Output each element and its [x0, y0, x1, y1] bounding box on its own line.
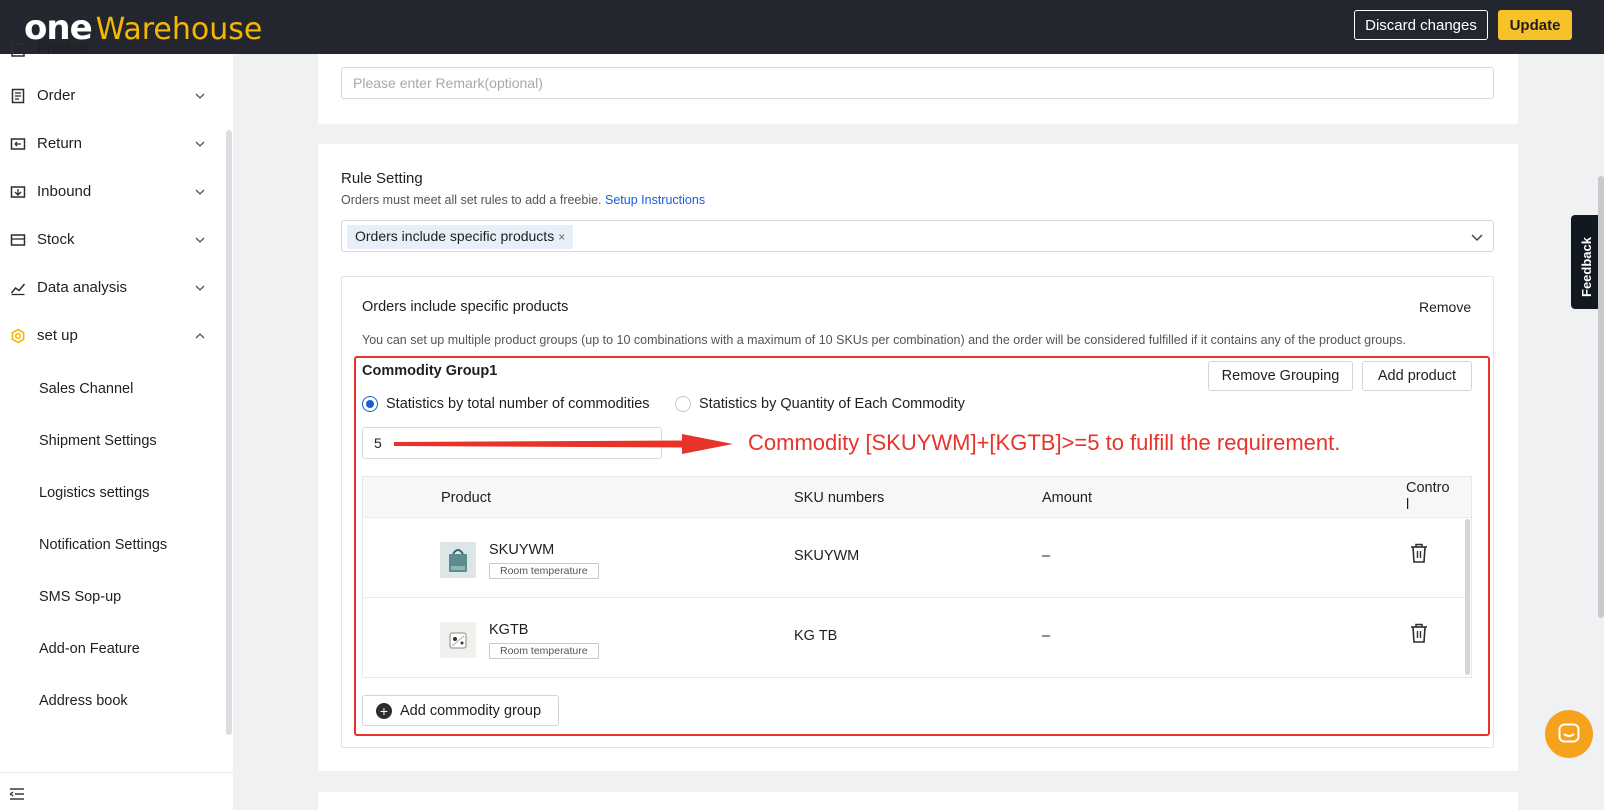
table-row: KGTB Room temperature KG TB – [363, 597, 1471, 677]
inbound-icon [10, 186, 26, 198]
return-icon [10, 138, 26, 150]
radio-unselected-indicator[interactable] [675, 396, 691, 412]
discard-changes-button[interactable]: Discard changes [1354, 10, 1488, 40]
radio-selected-indicator[interactable] [362, 396, 378, 412]
chevron-down-icon [195, 93, 205, 99]
rule-setting-description: Orders must meet all set rules to add a … [341, 193, 705, 207]
sidebar-subitem-add-on-feature[interactable]: Add-on Feature [39, 641, 140, 657]
annotation-text: Commodity [SKUYWM]+[KGTB]>=5 to fulfill … [748, 430, 1341, 455]
sidebar-item-label: Inbound [37, 183, 92, 200]
table-header: Product SKU numbers Amount Contro l [363, 477, 1471, 517]
sidebar-subitem-address-book[interactable]: Address book [39, 693, 128, 709]
page-scrollbar[interactable] [1598, 176, 1604, 618]
radio-each-commodity[interactable]: Statistics by Quantity of Each Commodity [675, 396, 965, 412]
sidebar-item-label: set up [37, 327, 78, 344]
amount-cell: – [1042, 548, 1051, 564]
product-name: KGTB [489, 622, 529, 638]
trash-icon[interactable] [1409, 542, 1429, 564]
chevron-down-icon[interactable] [1470, 230, 1484, 244]
radio-label: Statistics by total number of commoditie… [386, 396, 650, 412]
chevron-down-icon [195, 189, 205, 195]
sidebar-subitem-sales-channel[interactable]: Sales Channel [39, 381, 133, 397]
sidebar-item-label: Product [37, 40, 89, 57]
annotation-arrow-icon [394, 434, 733, 454]
chart-icon [10, 283, 26, 296]
sidebar-subitem-notification-settings[interactable]: Notification Settings [39, 537, 167, 553]
sidebar-item-return[interactable]: Return [0, 124, 225, 164]
chat-icon [1558, 723, 1580, 743]
add-commodity-group-button[interactable]: + Add commodity group [362, 695, 559, 726]
table-row: SKUYWM Room temperature SKUYWM – [363, 517, 1471, 597]
sidebar-item-order[interactable]: Order [0, 76, 225, 116]
sidebar-subitem-logistics-settings[interactable]: Logistics settings [39, 485, 149, 501]
sidebar-subitem-sms-sop-up[interactable]: SMS Sop-up [39, 589, 121, 605]
sidebar-footer [0, 772, 233, 810]
sku-cell: KG TB [794, 628, 838, 644]
sidebar-item-product-partial[interactable]: Product [0, 40, 225, 62]
products-table: Product SKU numbers Amount Contro l SKUYW… [362, 476, 1472, 678]
next-card [318, 792, 1518, 810]
product-image-icon [440, 542, 476, 578]
sidebar-subitem-shipment-settings[interactable]: Shipment Settings [39, 433, 157, 449]
close-icon[interactable]: × [558, 230, 565, 244]
column-header-control: Contro l [1406, 480, 1450, 514]
storage-tag: Room temperature [489, 643, 599, 659]
rule-desc-text: Orders must meet all set rules to add a … [341, 193, 606, 207]
sidebar-item-label: Stock [37, 231, 75, 248]
sidebar-item-label: Return [37, 135, 83, 152]
update-button[interactable]: Update [1498, 10, 1572, 40]
column-header-control-line2: l [1406, 497, 1410, 513]
chevron-down-icon [195, 285, 205, 291]
collapse-menu-icon[interactable] [9, 787, 25, 801]
sidebar-item-stock[interactable]: Stock [0, 220, 225, 260]
products-rule-title: Orders include specific products [362, 299, 569, 315]
plus-circle-icon: + [376, 702, 392, 719]
commodity-group-title: Commodity Group1 [362, 363, 498, 379]
chevron-up-icon [195, 333, 205, 339]
sidebar-item-label: Order [37, 87, 76, 104]
product-thumbnail [440, 542, 476, 578]
table-scrollbar[interactable] [1465, 519, 1470, 675]
setup-instructions-link[interactable]: Setup Instructions [605, 193, 705, 207]
product-thumbnail [440, 622, 476, 658]
rule-setting-title: Rule Setting [341, 170, 423, 187]
sidebar-item-set-up[interactable]: set up [0, 316, 225, 356]
product-image-icon [440, 622, 476, 658]
remove-rule-button[interactable]: Remove [1419, 299, 1471, 315]
product-name: SKUYWM [489, 542, 555, 558]
add-commodity-group-label: Add commodity group [400, 702, 542, 719]
order-icon [11, 88, 25, 104]
sku-cell: SKUYWM [794, 548, 860, 564]
selected-rule-tag: Orders include specific products × [347, 225, 574, 249]
feedback-label: Feedback [1579, 237, 1594, 297]
radio-label: Statistics by Quantity of Each Commodity [699, 396, 965, 412]
tag-label: Orders include specific products [355, 228, 555, 244]
sidebar-item-inbound[interactable]: Inbound [0, 172, 225, 212]
top-bar: one Warehouse Discard changes Update [0, 0, 1604, 54]
column-header-product: Product [441, 490, 491, 506]
add-product-button[interactable]: Add product [1362, 361, 1472, 391]
sidebar-scrollbar[interactable] [226, 130, 232, 735]
chevron-down-icon [195, 141, 205, 147]
remark-input[interactable]: Please enter Remark(optional) [341, 67, 1494, 99]
products-rule-description: You can set up multiple product groups (… [362, 333, 1406, 347]
trash-icon[interactable] [1409, 622, 1429, 644]
amount-cell: – [1042, 628, 1051, 644]
stock-icon [10, 234, 26, 246]
radio-total-commodities[interactable]: Statistics by total number of commoditie… [362, 396, 650, 412]
storage-tag: Room temperature [489, 563, 599, 579]
rule-select[interactable]: Orders include specific products × [341, 220, 1494, 252]
column-header-sku: SKU numbers [794, 490, 885, 506]
sidebar-item-label: Data analysis [37, 279, 128, 296]
sidebar-item-data-analysis[interactable]: Data analysis [0, 268, 225, 308]
column-header-control-line1: Contro [1406, 480, 1450, 496]
settings-icon [11, 328, 25, 344]
chat-button[interactable] [1545, 710, 1593, 758]
product-icon [11, 43, 25, 57]
chevron-down-icon [195, 237, 205, 243]
remove-grouping-button[interactable]: Remove Grouping [1208, 361, 1353, 391]
column-header-amount: Amount [1042, 490, 1092, 506]
